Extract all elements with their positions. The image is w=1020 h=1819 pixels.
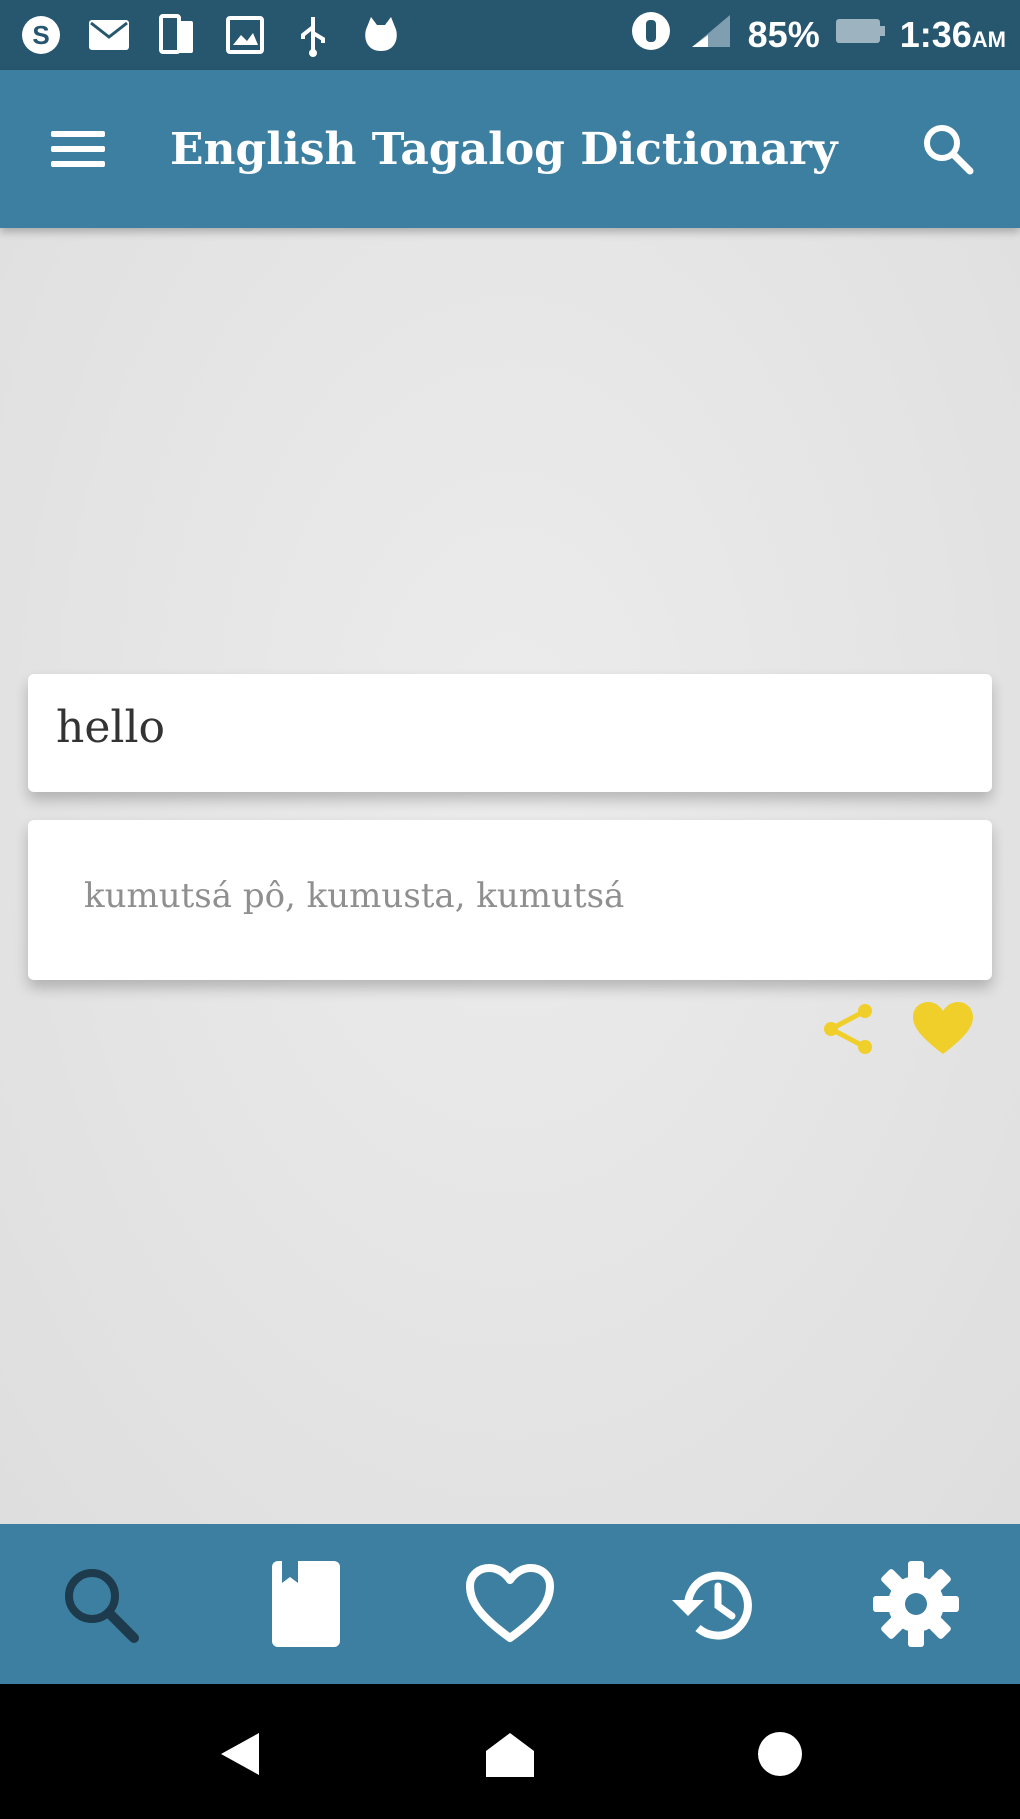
dual-sim-icon: [154, 12, 200, 58]
clock-time: 1:36: [899, 14, 972, 55]
search-icon: [924, 125, 974, 175]
bottom-navigation: [0, 1524, 1020, 1684]
nav-settings[interactable]: [866, 1554, 966, 1654]
home-icon: [486, 1733, 534, 1777]
home-button[interactable]: [470, 1714, 550, 1794]
app-bar: English Tagalog Dictionary: [0, 70, 1020, 228]
clock: 1:36AM: [900, 14, 1006, 56]
nav-history[interactable]: [664, 1554, 764, 1654]
cat-icon: [358, 12, 404, 58]
settings-gear-icon: [873, 1561, 959, 1647]
share-button[interactable]: [816, 996, 882, 1062]
app-title: English Tagalog Dictionary: [170, 124, 838, 175]
nav-favorites[interactable]: [460, 1554, 560, 1654]
system-status: 85% 1:36AM: [628, 11, 1006, 60]
image-icon: [222, 12, 268, 58]
nav-search[interactable]: [50, 1554, 150, 1654]
system-navigation-bar: [0, 1684, 1020, 1819]
nav-dictionary[interactable]: [256, 1554, 356, 1654]
word-input-card[interactable]: hello: [28, 674, 992, 792]
mail-icon: [86, 12, 132, 58]
favorites-heart-icon: [466, 1564, 554, 1642]
svg-text:S: S: [32, 20, 49, 50]
search-button[interactable]: [912, 116, 984, 182]
status-bar: S 85% 1:36AM: [0, 0, 1020, 70]
clock-ampm: AM: [971, 27, 1006, 52]
dictionary-book-icon: [272, 1561, 340, 1647]
battery-icon: [834, 14, 886, 56]
recents-icon: [758, 1732, 802, 1776]
skype-icon: S: [18, 12, 64, 58]
favorite-button[interactable]: [908, 996, 978, 1062]
menu-button[interactable]: [42, 116, 114, 182]
heart-icon: [913, 1002, 973, 1054]
signal-icon: [688, 11, 734, 60]
translation-text: kumutsá pô, kumusta, kumutsá: [84, 876, 625, 916]
search-word[interactable]: hello: [56, 702, 165, 753]
usb-icon: [290, 12, 336, 58]
hamburger-menu-icon: [51, 131, 105, 167]
back-icon: [221, 1733, 259, 1775]
recents-button[interactable]: [740, 1714, 820, 1794]
alarm-icon: [628, 8, 674, 63]
notification-icons: S: [18, 12, 404, 58]
share-icon: [824, 1004, 872, 1054]
back-button[interactable]: [200, 1714, 280, 1794]
history-icon: [672, 1571, 752, 1640]
search-icon: [65, 1569, 139, 1643]
translation-card: kumutsá pô, kumusta, kumutsá: [28, 820, 992, 980]
battery-percent: 85%: [747, 14, 820, 55]
main-content: hello kumutsá pô, kumusta, kumutsá: [0, 228, 1020, 1524]
